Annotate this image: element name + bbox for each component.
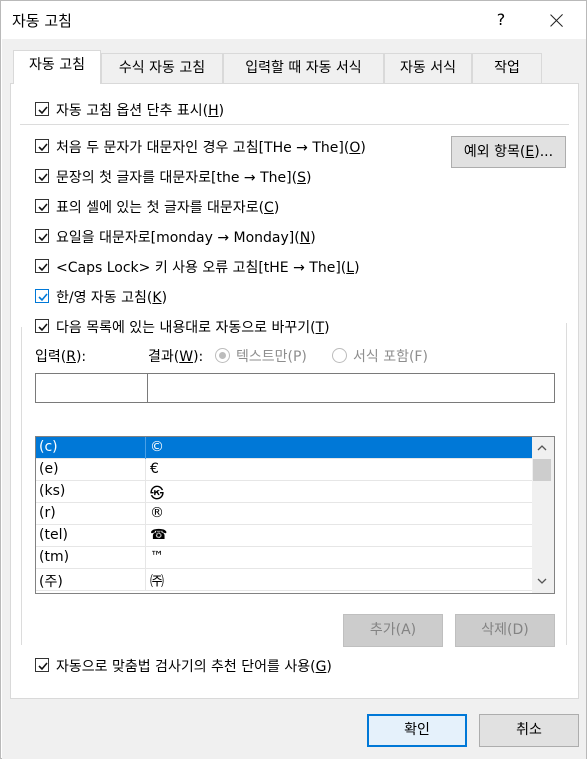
list-to: ㉿ xyxy=(150,486,164,502)
help-button[interactable]: ? xyxy=(481,5,521,35)
list-row[interactable]: (ks) ㉿ xyxy=(36,481,532,503)
tab-autocorrect[interactable]: 자동 고침 xyxy=(13,50,101,84)
list-row[interactable]: (주) ㈜ xyxy=(36,569,532,591)
show-buttons-checkbox[interactable] xyxy=(35,102,49,116)
day-names-checkbox[interactable] xyxy=(35,229,49,243)
result-label: 결과(W): xyxy=(148,349,204,365)
tab-label: 입력할 때 자동 서식 xyxy=(245,60,362,76)
caps-lock-checkbox[interactable] xyxy=(35,259,49,273)
list-to: ™ xyxy=(150,549,164,565)
check-icon xyxy=(38,203,48,212)
list-from: (c) xyxy=(39,439,58,455)
list-to: ☎ xyxy=(150,527,168,543)
check-icon xyxy=(38,323,48,332)
replacement-list[interactable]: (c) © (e) € (ks) ㉿ (r) ® (tel) ☎ (tm) ™ (주) ㈜ xyxy=(35,436,555,594)
replace-input-field[interactable] xyxy=(35,373,148,403)
tab-label: 수식 자동 고침 xyxy=(118,60,206,76)
cancel-button[interactable]: 취소 xyxy=(479,714,579,747)
list-to: ® xyxy=(150,505,164,521)
check-icon xyxy=(38,662,48,671)
ok-button[interactable]: 확인 xyxy=(367,714,467,747)
add-button[interactable]: 추가(A) xyxy=(343,614,443,647)
formatted-text-radio[interactable] xyxy=(332,348,347,363)
list-from: (r) xyxy=(39,505,56,521)
replace-text-checkbox[interactable] xyxy=(35,319,49,333)
with-input-field[interactable] xyxy=(147,373,555,403)
list-to: € xyxy=(150,461,159,477)
table-cell-caps-label[interactable]: 표의 셀에 있는 첫 글자를 대문자로(C) xyxy=(56,197,279,217)
list-to: ㈜ xyxy=(150,574,164,590)
tab-actions[interactable]: 작업 xyxy=(472,53,542,83)
check-icon xyxy=(38,173,48,182)
check-icon xyxy=(38,143,48,152)
dialog-title: 자동 고침 xyxy=(12,12,72,30)
use-spellchecker-label[interactable]: 자동으로 맞춤법 검사기의 추천 단어를 사용(G) xyxy=(56,656,332,676)
sentence-caps-checkbox[interactable] xyxy=(35,169,49,183)
replace-text-label[interactable]: 다음 목록에 있는 내용대로 자동으로 바꾸기(T) xyxy=(56,317,333,337)
close-icon[interactable] xyxy=(537,5,577,35)
show-buttons-label[interactable]: 자동 고침 옵션 단추 표시(H) xyxy=(56,100,224,120)
groupbox-left-edge xyxy=(21,327,22,645)
list-scrollbar[interactable] xyxy=(532,437,554,593)
title-bar: 자동 고침 ? xyxy=(1,1,586,39)
table-cell-caps-checkbox[interactable] xyxy=(35,199,49,213)
sentence-caps-label[interactable]: 문장의 첫 글자를 대문자로[the → The](S) xyxy=(56,167,311,187)
list-from: (tel) xyxy=(39,527,68,543)
use-spellchecker-checkbox[interactable] xyxy=(35,658,49,672)
input-label: 입력(R): xyxy=(35,349,87,365)
chevron-up-icon[interactable] xyxy=(537,443,547,453)
check-icon xyxy=(38,106,48,115)
tab-autoformat-as-you-type[interactable]: 입력할 때 자동 서식 xyxy=(223,53,384,83)
separator-line xyxy=(20,124,569,125)
list-from: (tm) xyxy=(39,549,70,565)
caps-lock-label[interactable]: <Caps Lock> 키 사용 오류 고침[tHE → The](L) xyxy=(56,257,360,277)
check-icon xyxy=(38,263,48,272)
list-from: (e) xyxy=(39,461,59,477)
hangul-english-checkbox[interactable] xyxy=(35,289,49,303)
list-from: (ks) xyxy=(39,483,66,499)
check-icon xyxy=(38,233,48,242)
tab-label: 자동 서식 xyxy=(400,60,456,76)
exceptions-button[interactable]: 예외 항목(E)... xyxy=(451,136,566,168)
list-row[interactable]: (e) € xyxy=(36,459,532,481)
list-from: (주) xyxy=(39,574,63,590)
tab-math-autocorrect[interactable]: 수식 자동 고침 xyxy=(101,53,223,83)
groupbox-right-edge xyxy=(566,323,567,645)
formatted-text-label: 서식 포함(F) xyxy=(353,349,428,365)
list-row[interactable]: (r) ® xyxy=(36,503,532,525)
plain-text-label: 텍스트만(P) xyxy=(236,349,307,365)
scrollbar-thumb[interactable] xyxy=(533,459,551,481)
list-to: © xyxy=(150,439,164,455)
chevron-down-icon[interactable] xyxy=(537,576,547,586)
tab-label: 자동 고침 xyxy=(29,57,85,73)
list-row[interactable]: (tm) ™ xyxy=(36,547,532,569)
list-row[interactable]: (tel) ☎ xyxy=(36,525,532,547)
tab-label: 작업 xyxy=(494,60,520,76)
two-initial-caps-checkbox[interactable] xyxy=(35,139,49,153)
list-row[interactable]: (c) © xyxy=(36,437,532,459)
tab-autoformat[interactable]: 자동 서식 xyxy=(384,53,472,83)
delete-button[interactable]: 삭제(D) xyxy=(455,614,555,647)
check-icon xyxy=(38,293,48,302)
two-initial-caps-label[interactable]: 처음 두 문자가 대문자인 경우 고침[THe → The](O) xyxy=(56,137,366,157)
plain-text-radio[interactable] xyxy=(215,348,230,363)
autocorrect-dialog: 자동 고침 ? 자동 고침 수식 자동 고침 입력할 때 자동 서식 자동 서식… xyxy=(0,0,587,759)
day-names-label[interactable]: 요일을 대문자로[monday → Monday](N) xyxy=(56,227,316,247)
hangul-english-label[interactable]: 한/영 자동 고침(K) xyxy=(56,287,167,307)
